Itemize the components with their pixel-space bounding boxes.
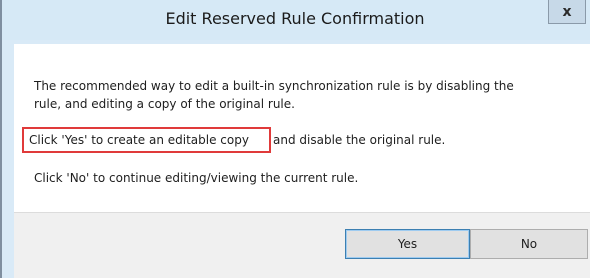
confirmation-dialog: Edit Reserved Rule Confirmation x The re… [0, 0, 590, 278]
message-line-3-highlighted: Click 'Yes' to create an editable copy [29, 133, 249, 147]
message-line-1: The recommended way to edit a built-in s… [34, 79, 514, 93]
close-button[interactable]: x [548, 0, 586, 24]
no-button[interactable]: No [470, 229, 588, 259]
background-window-edge [0, 0, 2, 278]
message-line-3-rest: and disable the original rule. [273, 133, 446, 147]
title-bar: Edit Reserved Rule Confirmation x [0, 0, 590, 40]
dialog-title: Edit Reserved Rule Confirmation [165, 9, 425, 28]
message-line-2: rule, and editing a copy of the original… [34, 97, 295, 111]
yes-button[interactable]: Yes [345, 229, 470, 259]
message-line-4: Click 'No' to continue editing/viewing t… [34, 171, 359, 185]
close-icon: x [562, 3, 572, 20]
